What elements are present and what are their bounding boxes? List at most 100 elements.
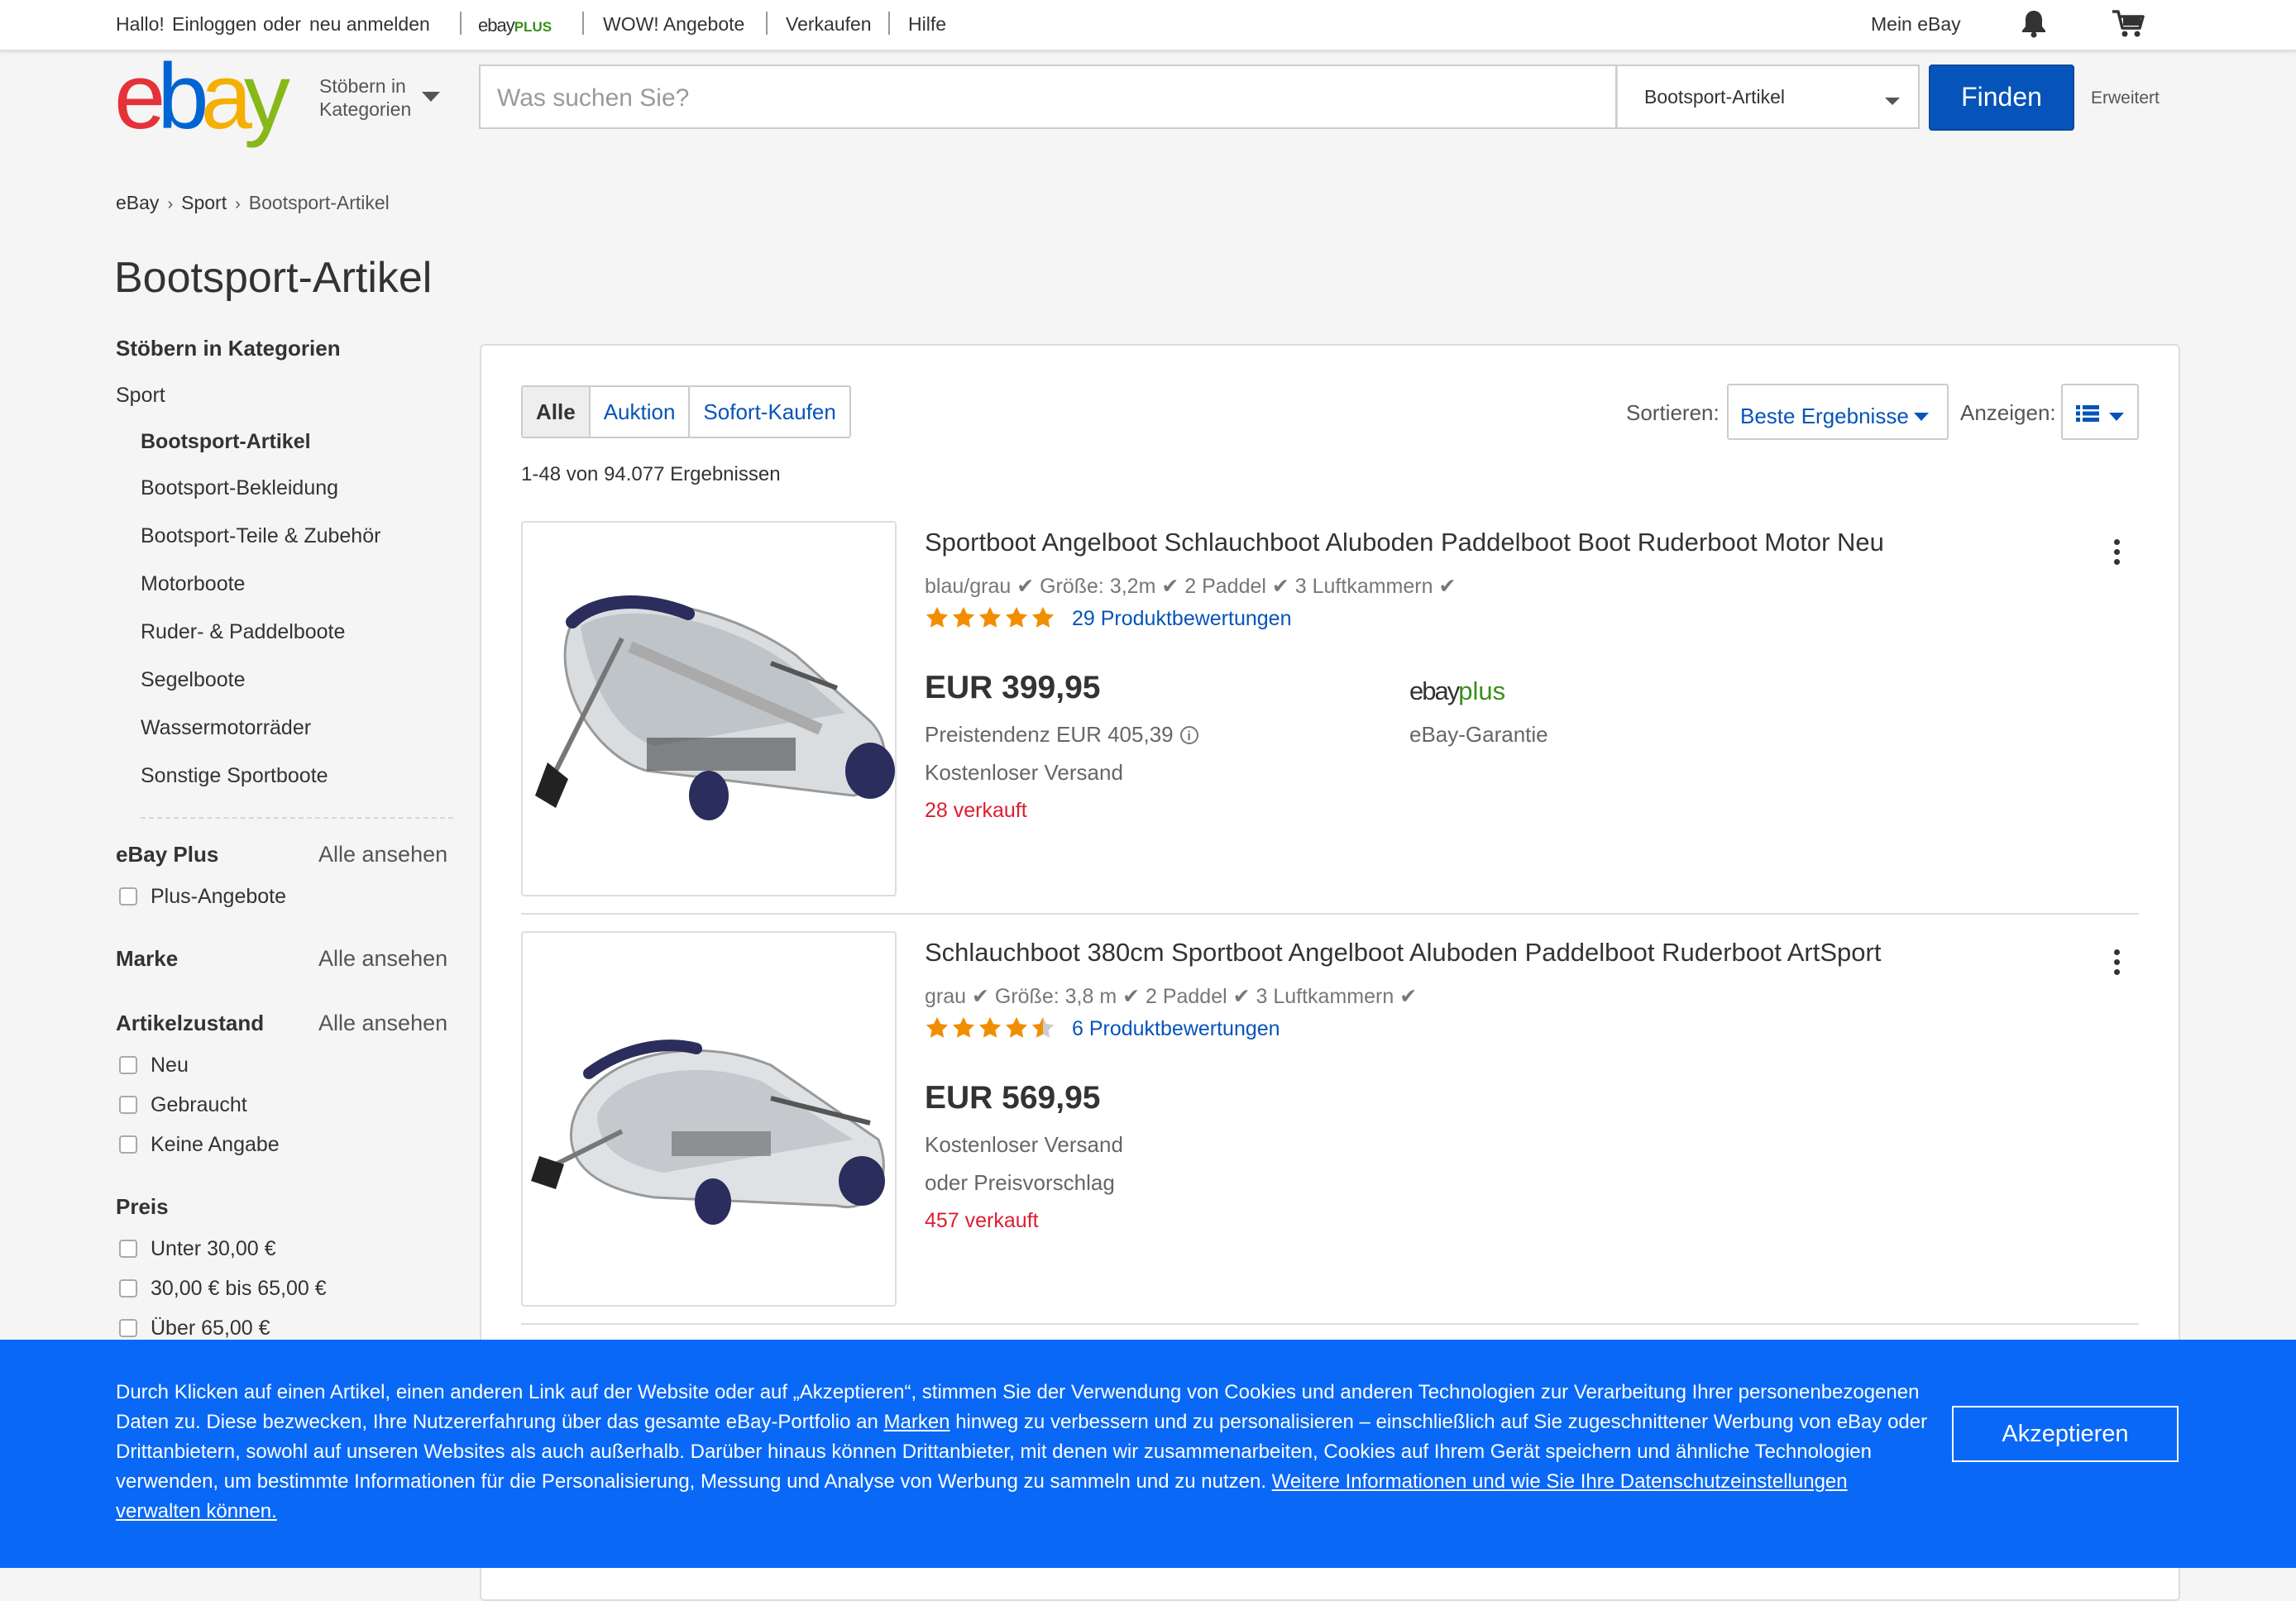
price-trend: Preistendenz EUR 405,39 i: [925, 722, 1198, 748]
price-under-checkbox[interactable]: [119, 1240, 137, 1258]
condition-new-label[interactable]: Neu: [151, 1054, 189, 1078]
price-over-checkbox[interactable]: [119, 1319, 137, 1337]
condition-new-checkbox[interactable]: [119, 1056, 137, 1074]
sidebar-subcategory[interactable]: Segelboote: [141, 668, 246, 692]
item-subtitle: blau/grau ✔ Größe: 3,2m ✔ 2 Paddel ✔ 3 L…: [925, 575, 1457, 598]
logo-letter-e: e: [114, 45, 165, 148]
sidebar-subcategory[interactable]: Bootsport-Bekleidung: [141, 476, 338, 500]
buying-format-tabs: Alle Auktion Sofort-Kaufen: [521, 385, 851, 438]
sidebar-subcategory[interactable]: Bootsport-Teile & Zubehör: [141, 524, 380, 548]
price-between-checkbox[interactable]: [119, 1279, 137, 1298]
ebay-plus-logo-text: ebay: [478, 15, 515, 36]
price-over-label[interactable]: Über 65,00 €: [151, 1317, 270, 1341]
register-link[interactable]: neu anmelden: [309, 13, 430, 36]
ebay-plus-logo-plus: PLUS: [514, 19, 552, 35]
price-trend-text: Preistendenz EUR 405,39: [925, 722, 1174, 747]
star-rating: [925, 605, 1055, 630]
logo-letter-y: y: [243, 45, 290, 148]
sell-link[interactable]: Verkaufen: [786, 13, 872, 36]
sidebar-subcategory[interactable]: Wassermotorräder: [141, 716, 311, 740]
bell-icon[interactable]: [2020, 8, 2048, 42]
greeting-text: Hallo!: [116, 13, 165, 35]
breadcrumb: eBay › Sport › Bootsport-Artikel: [116, 192, 390, 214]
item-image[interactable]: [521, 521, 897, 896]
category-select[interactable]: Bootsport-Artikel: [1617, 65, 1920, 129]
more-options-icon[interactable]: [2114, 539, 2122, 569]
plus-offers-label[interactable]: Plus-Angebote: [151, 885, 286, 909]
price-between-label[interactable]: 30,00 € bis 65,00 €: [151, 1277, 327, 1301]
divider: [582, 12, 584, 35]
breadcrumb-current: Bootsport-Artikel: [248, 192, 390, 213]
ebay-plus-logo: ebayplus: [1409, 676, 1505, 706]
ebay-plus-link[interactable]: ebayPLUS: [478, 15, 552, 36]
see-all-link[interactable]: Alle ansehen: [318, 946, 447, 972]
tab-all[interactable]: Alle: [523, 387, 591, 437]
my-ebay-link[interactable]: Mein eBay: [1871, 13, 1961, 36]
sidebar-subcategory[interactable]: Ruder- & Paddelboote: [141, 620, 345, 644]
chevron-down-icon[interactable]: [422, 91, 440, 106]
star-icon: [926, 1016, 949, 1038]
list-view-icon: [2076, 405, 2099, 426]
breadcrumb-ebay[interactable]: eBay: [116, 192, 159, 213]
breadcrumb-sport[interactable]: Sport: [181, 192, 227, 213]
condition-used-checkbox[interactable]: [119, 1096, 137, 1114]
inflatable-boat-image: [523, 523, 895, 895]
star-icon: [952, 606, 975, 628]
star-icon: [978, 606, 1002, 628]
sold-count: 457 verkauft: [925, 1209, 1039, 1232]
reviews-link[interactable]: 29 Produktbewertungen: [1072, 607, 1291, 631]
search-input[interactable]: [495, 81, 1574, 116]
condition-heading: Artikelzustand: [116, 1011, 265, 1035]
signin-link[interactable]: Einloggen: [172, 13, 256, 36]
advanced-search-link[interactable]: Erweitert: [2091, 88, 2160, 108]
item-title[interactable]: Sportboot Angelboot Schlauchboot Alubode…: [925, 528, 1884, 557]
brands-link[interactable]: Marken: [884, 1411, 950, 1433]
item-image[interactable]: [521, 931, 897, 1307]
cart-icon[interactable]: [2111, 8, 2145, 42]
category-select-value: Bootsport-Artikel: [1644, 86, 1786, 108]
divider: [460, 12, 462, 35]
item-subtitle: grau ✔ Größe: 3,8 m ✔ 2 Paddel ✔ 3 Luftk…: [925, 985, 1418, 1008]
browse-categories-button[interactable]: Stöbern in Kategorien: [319, 74, 411, 121]
tab-auction[interactable]: Auktion: [590, 387, 691, 437]
view-select[interactable]: [2061, 384, 2139, 440]
sidebar-subcategory[interactable]: Motorboote: [141, 572, 245, 596]
condition-used-label[interactable]: Gebraucht: [151, 1093, 247, 1117]
result-count: 1-48 von 94.077 Ergebnissen: [521, 463, 781, 485]
shipping-text: Kostenloser Versand: [925, 1132, 1123, 1157]
sidebar-divider: [141, 817, 453, 819]
star-icon: [1005, 1016, 1028, 1038]
condition-none-checkbox[interactable]: [119, 1135, 137, 1154]
price-under-label[interactable]: Unter 30,00 €: [151, 1237, 276, 1261]
tab-buy-now[interactable]: Sofort-Kaufen: [690, 387, 849, 437]
see-all-link[interactable]: Alle ansehen: [318, 1011, 447, 1036]
view-label: Anzeigen:: [1960, 400, 2056, 425]
find-button[interactable]: Finden: [1929, 65, 2074, 131]
ebay-plus-logo-text: ebay: [1409, 676, 1460, 705]
see-all-link[interactable]: Alle ansehen: [318, 842, 447, 867]
accept-button[interactable]: Akzeptieren: [1952, 1406, 2179, 1462]
item-title[interactable]: Schlauchboot 380cm Sportboot Angelboot A…: [925, 938, 1881, 968]
page-title: Bootsport-Artikel: [114, 254, 433, 302]
sidebar-subcategory[interactable]: Sonstige Sportboote: [141, 764, 328, 788]
categories-heading: Stöbern in Kategorien: [116, 336, 341, 361]
more-options-icon[interactable]: [2114, 949, 2122, 979]
chevron-down-icon: [1885, 94, 1900, 109]
help-link[interactable]: Hilfe: [908, 13, 946, 36]
logo-letter-b: b: [157, 45, 208, 148]
best-offer-text: oder Preisvorschlag: [925, 1170, 1115, 1195]
item-price: EUR 399,95: [925, 670, 1101, 705]
chevron-right-icon: ›: [167, 195, 174, 213]
sidebar-item-sport[interactable]: Sport: [116, 384, 165, 408]
logo-letter-a: a: [200, 45, 252, 148]
deals-link[interactable]: WOW! Angebote: [603, 13, 744, 36]
reviews-link[interactable]: 6 Produktbewertungen: [1072, 1017, 1280, 1041]
sort-select[interactable]: Beste Ergebnisse: [1727, 384, 1949, 440]
search-box: [479, 65, 1617, 129]
ebay-logo[interactable]: ebay: [114, 50, 313, 143]
condition-none-label[interactable]: Keine Angabe: [151, 1133, 280, 1157]
shipping-text: Kostenloser Versand: [925, 760, 1123, 785]
sort-label: Sortieren:: [1626, 400, 1720, 425]
info-icon[interactable]: i: [1179, 726, 1198, 744]
plus-offers-checkbox[interactable]: [119, 887, 137, 906]
